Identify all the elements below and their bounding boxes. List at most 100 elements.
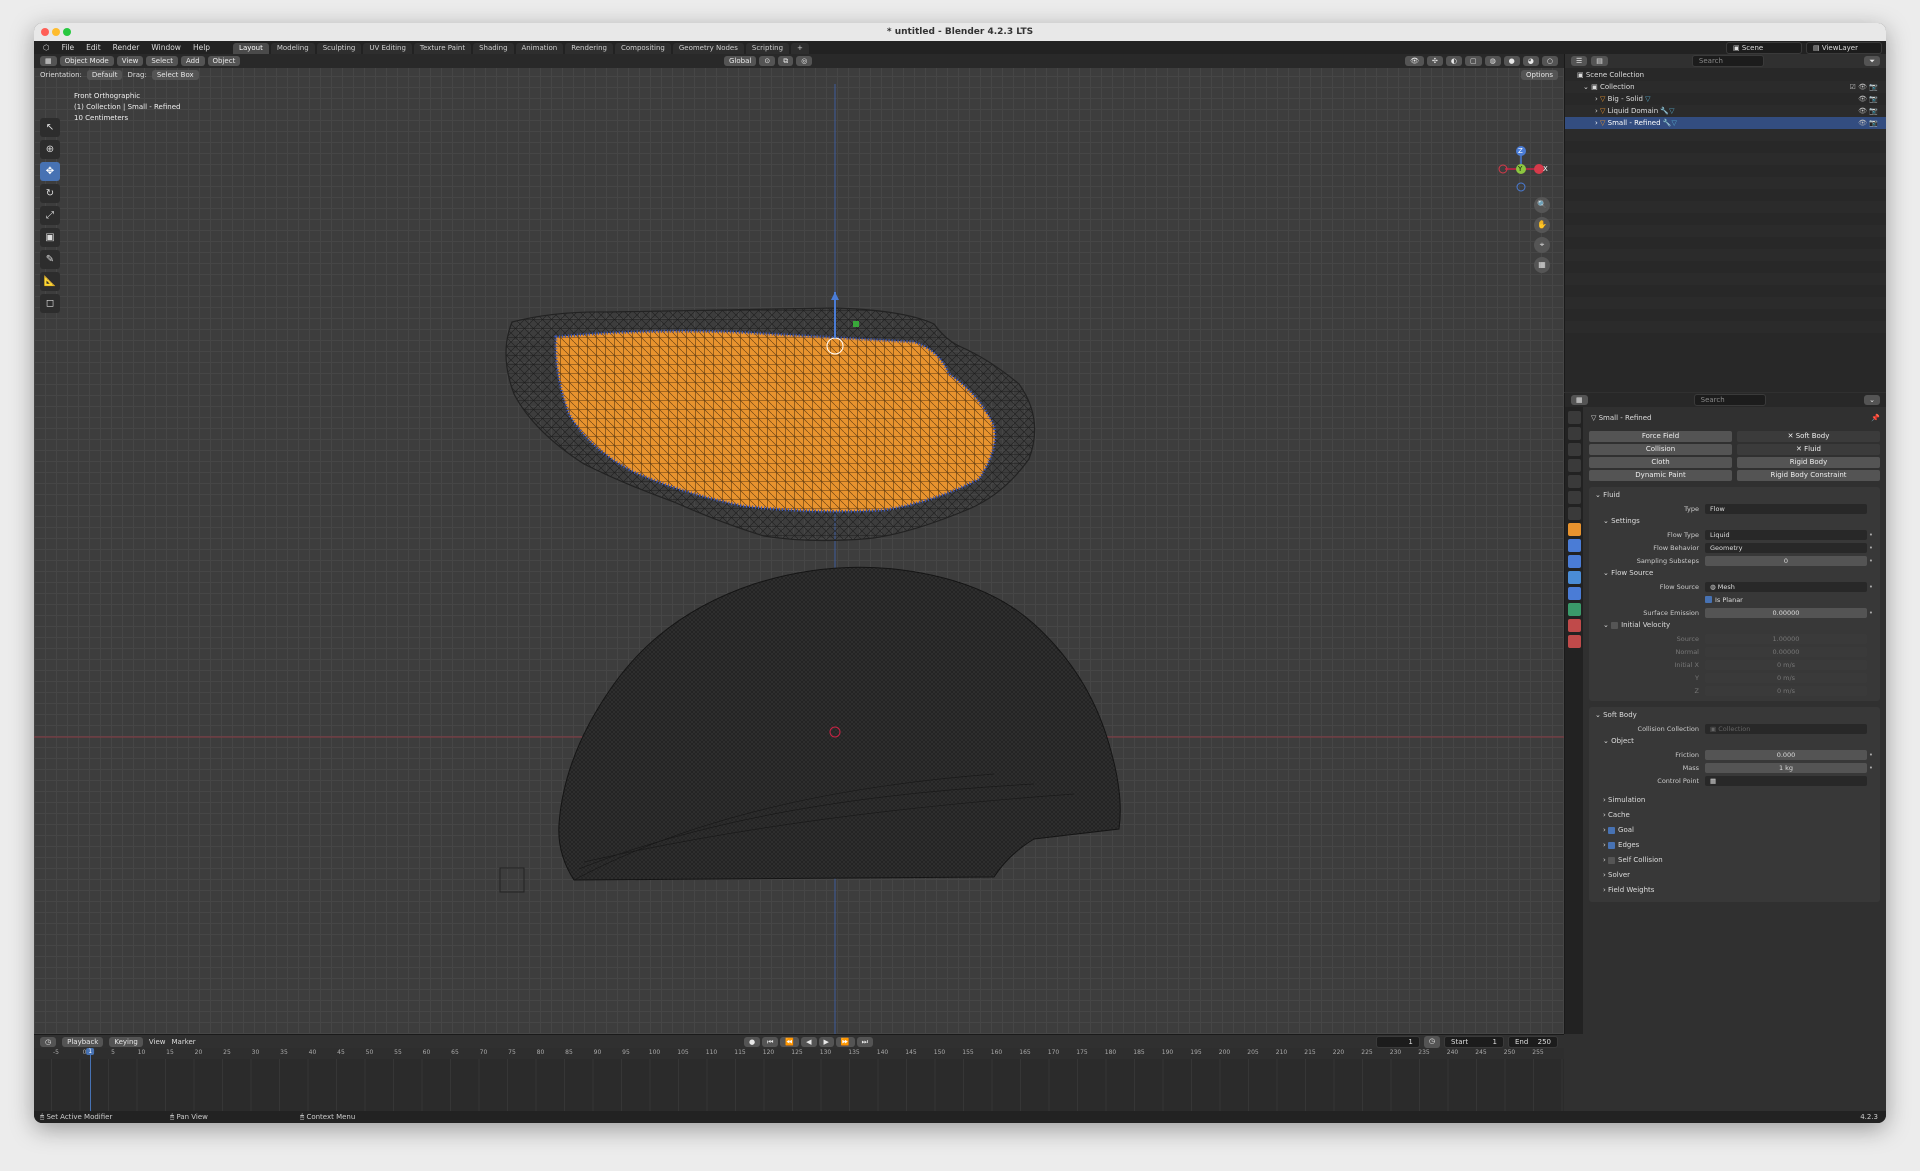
flow-behavior-dropdown[interactable]: Geometry	[1705, 542, 1867, 553]
mode-selector[interactable]: Object Mode	[59, 56, 114, 66]
measure-tool-icon[interactable]: 📐	[40, 272, 60, 291]
keyframe-dot-icon[interactable]: •	[1867, 544, 1875, 552]
outliner-row-big-solid[interactable]: › ▽ Big - Solid ▽ 👁 📷	[1565, 93, 1886, 105]
keyframe-dot-icon[interactable]: •	[1867, 557, 1875, 565]
surface-emission-field[interactable]: 0.00000	[1705, 607, 1867, 618]
initial-x-field[interactable]: 0 m/s	[1705, 659, 1867, 670]
properties-options-icon[interactable]: ⌄	[1864, 395, 1880, 405]
tab-scripting[interactable]: Scripting	[745, 43, 790, 54]
current-frame-field[interactable]: 1	[1375, 1036, 1420, 1048]
dynamic-paint-button[interactable]: Dynamic Paint	[1589, 470, 1732, 481]
grid-toggle-icon[interactable]: ▦	[1534, 257, 1550, 273]
particles-tab-icon[interactable]	[1567, 555, 1581, 568]
next-key-icon[interactable]: ⏩	[835, 1036, 855, 1047]
render-shading-icon[interactable]: ○	[1541, 56, 1558, 66]
outliner-row-small-refined[interactable]: › ▽ Small - Refined 🔧▽ 👁 📷	[1565, 117, 1886, 129]
is-planar-checkbox[interactable]: Is Planar	[1705, 596, 1743, 604]
menu-edit[interactable]: Edit	[81, 41, 106, 54]
object-tab-icon[interactable]	[1567, 523, 1581, 536]
record-icon[interactable]: ●	[744, 1036, 761, 1047]
collision-collection-field[interactable]: ▣ Collection	[1705, 723, 1867, 734]
render-tab-icon[interactable]	[1567, 427, 1581, 440]
move-tool-icon[interactable]: ✥	[40, 162, 60, 181]
outliner-row-liquid-domain[interactable]: › ▽ Liquid Domain 🔧▽ 👁 📷	[1565, 105, 1886, 117]
view-layer-tab-icon[interactable]	[1567, 459, 1581, 472]
gizmo-y-label[interactable]: Y	[1518, 165, 1522, 173]
rotate-tool-icon[interactable]: ↻	[40, 184, 60, 203]
minimize-window-button[interactable]	[52, 28, 60, 36]
options-button[interactable]: Options	[1520, 69, 1558, 80]
control-point-field[interactable]: ▦	[1705, 775, 1867, 786]
solver-subpanel[interactable]: › Solver	[1589, 868, 1880, 883]
tab-sculpting[interactable]: Sculpting	[316, 43, 362, 54]
xray-icon[interactable]: ▢	[1464, 56, 1482, 66]
row-visibility-icons[interactable]: 👁 📷	[1858, 105, 1878, 117]
data-tab-icon[interactable]	[1567, 603, 1581, 616]
keyframe-dot-icon[interactable]: •	[1867, 609, 1875, 617]
outliner-editor-icon[interactable]: ☰	[1571, 56, 1588, 66]
tab-layout[interactable]: Layout	[233, 43, 269, 54]
simulation-subpanel[interactable]: › Simulation	[1589, 793, 1880, 808]
snap-icon[interactable]: ⧉	[778, 56, 794, 66]
cache-subpanel[interactable]: › Cache	[1589, 808, 1880, 823]
start-frame-field[interactable]: Start 1	[1444, 1036, 1504, 1048]
tab-compositing[interactable]: Compositing	[614, 43, 671, 54]
zoom-icon[interactable]: 🔍	[1534, 197, 1550, 213]
solid-shading-icon[interactable]: ●	[1503, 56, 1520, 66]
drag-selector[interactable]: Select Box	[151, 69, 199, 80]
wireframe-shading-icon[interactable]: ◍	[1484, 56, 1501, 66]
texture-tab-icon[interactable]	[1567, 635, 1581, 648]
outliner-search-input[interactable]: Search	[1691, 55, 1764, 67]
tab-modeling[interactable]: Modeling	[270, 43, 315, 54]
cursor-tool-icon[interactable]: ⊕	[40, 140, 60, 159]
add-menu[interactable]: Add	[180, 56, 205, 66]
tool-tab-icon[interactable]	[1567, 411, 1581, 424]
marker-menu[interactable]: Marker	[171, 1038, 195, 1046]
edges-subpanel[interactable]: › Edges	[1589, 838, 1880, 853]
fluid-button[interactable]: ✕ Fluid	[1737, 444, 1880, 455]
physics-tab-icon[interactable]	[1567, 571, 1581, 584]
scene-canvas[interactable]	[34, 54, 1564, 1034]
output-tab-icon[interactable]	[1567, 443, 1581, 456]
mass-field[interactable]: 1 kg	[1705, 762, 1867, 773]
transform-orientation-selector[interactable]: Global	[724, 56, 757, 66]
filter-icon[interactable]: ⏷	[1864, 56, 1880, 66]
properties-editor-icon[interactable]: ▦	[1571, 395, 1588, 405]
visibility-icon[interactable]: 👁	[1405, 56, 1424, 66]
camera-icon[interactable]: ⌖	[1534, 237, 1550, 253]
gizmo-icon[interactable]: ✣	[1426, 56, 1443, 66]
material-tab-icon[interactable]	[1567, 619, 1581, 632]
tab-texture-paint[interactable]: Texture Paint	[413, 43, 472, 54]
row-visibility-icons[interactable]: 👁 📷	[1858, 93, 1878, 105]
material-shading-icon[interactable]: ◕	[1522, 56, 1539, 66]
jump-start-icon[interactable]: ⏮	[762, 1036, 779, 1047]
goal-subpanel[interactable]: › Goal	[1589, 823, 1880, 838]
gizmo-x-label[interactable]: X	[1543, 165, 1548, 173]
rigid-body-button[interactable]: Rigid Body	[1737, 457, 1880, 468]
scale-tool-icon[interactable]: ⤢	[40, 206, 60, 225]
play-icon[interactable]: ▶	[818, 1036, 834, 1047]
soft-body-button[interactable]: ✕ Soft Body	[1737, 431, 1880, 442]
normal-field[interactable]: 0.00000	[1705, 646, 1867, 657]
blender-logo-icon[interactable]: ⬡	[38, 41, 55, 54]
initial-velocity-checkbox[interactable]	[1611, 621, 1619, 629]
tab-rendering[interactable]: Rendering	[565, 43, 613, 54]
annotate-tool-icon[interactable]: ✎	[40, 250, 60, 269]
constraints-tab-icon[interactable]	[1567, 587, 1581, 600]
tab-geometry-nodes[interactable]: Geometry Nodes	[672, 43, 744, 54]
keyframe-dot-icon[interactable]: •	[1867, 583, 1875, 591]
frame-ruler[interactable]: -5 0 5 10 15 20 25 30 35 40 45 50 55 60 65 70 75 80 85 90 95…	[34, 1048, 1564, 1059]
menu-help[interactable]: Help	[188, 41, 215, 54]
initial-velocity-subpanel[interactable]: ⌄ Initial Velocity	[1589, 619, 1880, 632]
orientation-selector[interactable]: Default	[86, 69, 123, 80]
proportional-edit-icon[interactable]: ◎	[796, 56, 813, 66]
prev-key-icon[interactable]: ⏪	[780, 1036, 800, 1047]
view-menu[interactable]: View	[116, 56, 144, 66]
select-menu[interactable]: Select	[146, 56, 178, 66]
add-workspace-button[interactable]: +	[791, 43, 809, 54]
soft-body-panel-header[interactable]: ⌄ Soft Body	[1589, 709, 1880, 722]
keyframe-dot-icon[interactable]: •	[1867, 751, 1875, 759]
play-reverse-icon[interactable]: ◀	[801, 1036, 817, 1047]
self-collision-subpanel[interactable]: › Self Collision	[1589, 853, 1880, 868]
end-frame-field[interactable]: End 250	[1508, 1036, 1558, 1048]
